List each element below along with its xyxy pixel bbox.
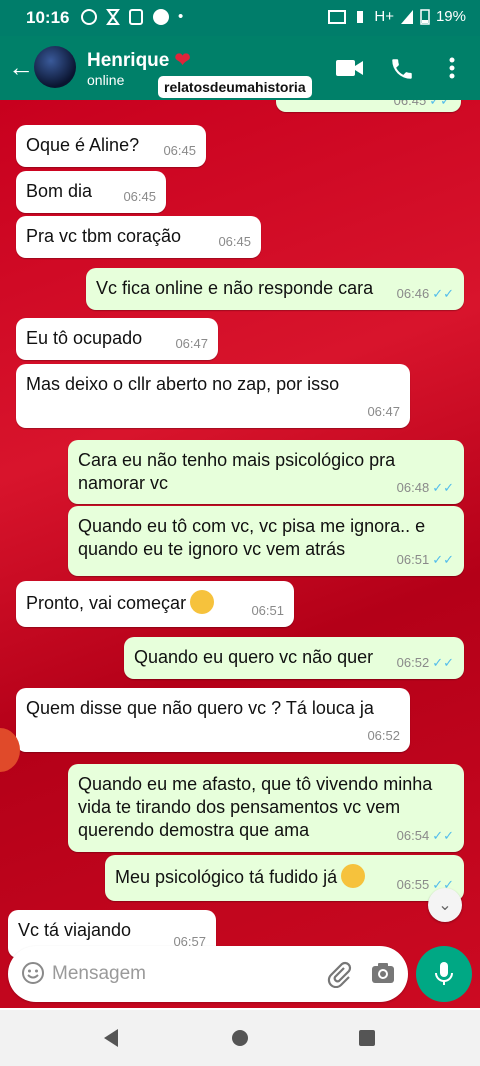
chat-area[interactable]: 06:45 ✓✓ Oque é Aline? 06:45 Bom dia 06:45 … — [0, 100, 480, 1008]
battery-icon — [420, 9, 430, 25]
system-icons: H+ 19% — [328, 8, 466, 25]
message-bubble[interactable]: Bom dia 06:45 — [16, 171, 166, 213]
nav-recents-icon[interactable] — [358, 1028, 376, 1048]
signal-icon — [400, 9, 413, 24]
status-bar: 10:16 • H+ 19% — [0, 0, 480, 36]
message-time: 06:45 ✓✓ — [394, 100, 451, 112]
pleading-face-icon — [341, 864, 366, 888]
message-bubble[interactable]: Oque é Aline? 06:45 — [16, 125, 206, 167]
notification-icons: • — [80, 8, 183, 26]
cast-icon — [328, 9, 347, 24]
double-check-icon: ✓✓ — [432, 480, 454, 495]
message-bubble[interactable]: Pronto, vai começar 06:51 — [16, 581, 294, 627]
avatar[interactable] — [34, 46, 76, 88]
heart-icon: ❤ — [174, 50, 191, 71]
message-bubble[interactable]: Pra vc tbm coração 06:45 — [16, 216, 261, 258]
attach-icon[interactable] — [326, 960, 352, 988]
whatsapp-icon — [81, 9, 97, 25]
message-placeholder: Mensagem — [52, 963, 146, 984]
vibrate-icon — [357, 10, 364, 23]
navigation-bar — [0, 1010, 480, 1066]
status-time: 10:16 — [26, 8, 70, 27]
contact-status: online — [87, 72, 125, 88]
watermark: relatosdeumahistoria — [158, 76, 312, 98]
voice-call-icon[interactable] — [389, 56, 415, 82]
camera-icon[interactable] — [370, 960, 396, 986]
microphone-icon — [435, 962, 453, 985]
message-bubble[interactable]: Meu psicológico tá fudido já 06:55 ✓✓ — [105, 855, 464, 901]
video-call-icon[interactable] — [335, 56, 365, 80]
message-bubble[interactable]: Quando eu quero vc não quer 06:52 ✓✓ — [124, 637, 464, 679]
double-check-icon: ✓✓ — [432, 286, 454, 301]
dot-icon: • — [178, 8, 184, 25]
message-bubble[interactable]: Quem disse que não quero vc ? Tá louca j… — [16, 688, 410, 752]
message-input[interactable]: Mensagem — [8, 946, 408, 1002]
double-check-icon: ✓✓ — [429, 100, 451, 108]
nav-home-icon[interactable] — [231, 1028, 249, 1048]
double-check-icon: ✓✓ — [432, 655, 454, 670]
contact-name[interactable]: Henrique ❤ — [87, 49, 191, 72]
partial-message[interactable]: 06:45 ✓✓ — [276, 100, 461, 112]
hourglass-icon — [106, 9, 120, 25]
message-bubble[interactable]: Eu tô ocupado 06:47 — [16, 318, 218, 360]
message-bubble[interactable]: Cara eu não tenho mais psicológico pra n… — [68, 440, 464, 504]
battery-level: 19% — [435, 8, 466, 25]
message-bubble[interactable]: Quando eu me afasto, que tô vivendo minh… — [68, 764, 464, 852]
message-bubble[interactable]: Vc fica online e não responde cara 06:46 ✓… — [86, 268, 464, 310]
smirking-face-icon — [190, 590, 215, 614]
payment-icon — [153, 9, 169, 25]
emoji-icon[interactable] — [21, 961, 45, 985]
message-bubble[interactable]: Quando eu tô com vc, vc pisa me ignora..… — [68, 506, 464, 576]
app-icon — [129, 9, 143, 25]
nav-back-icon[interactable] — [102, 1028, 120, 1048]
back-arrow-icon[interactable]: ← — [8, 52, 34, 83]
double-check-icon: ✓✓ — [432, 828, 454, 843]
scroll-down-icon[interactable]: ⌄ — [428, 888, 462, 922]
network-type: H+ — [374, 8, 394, 25]
voice-record-button[interactable] — [416, 946, 472, 1002]
more-options-icon[interactable] — [448, 56, 456, 80]
double-check-icon: ✓✓ — [432, 552, 454, 567]
message-bubble[interactable]: Mas deixo o cllr aberto no zap, por isso… — [16, 364, 410, 428]
